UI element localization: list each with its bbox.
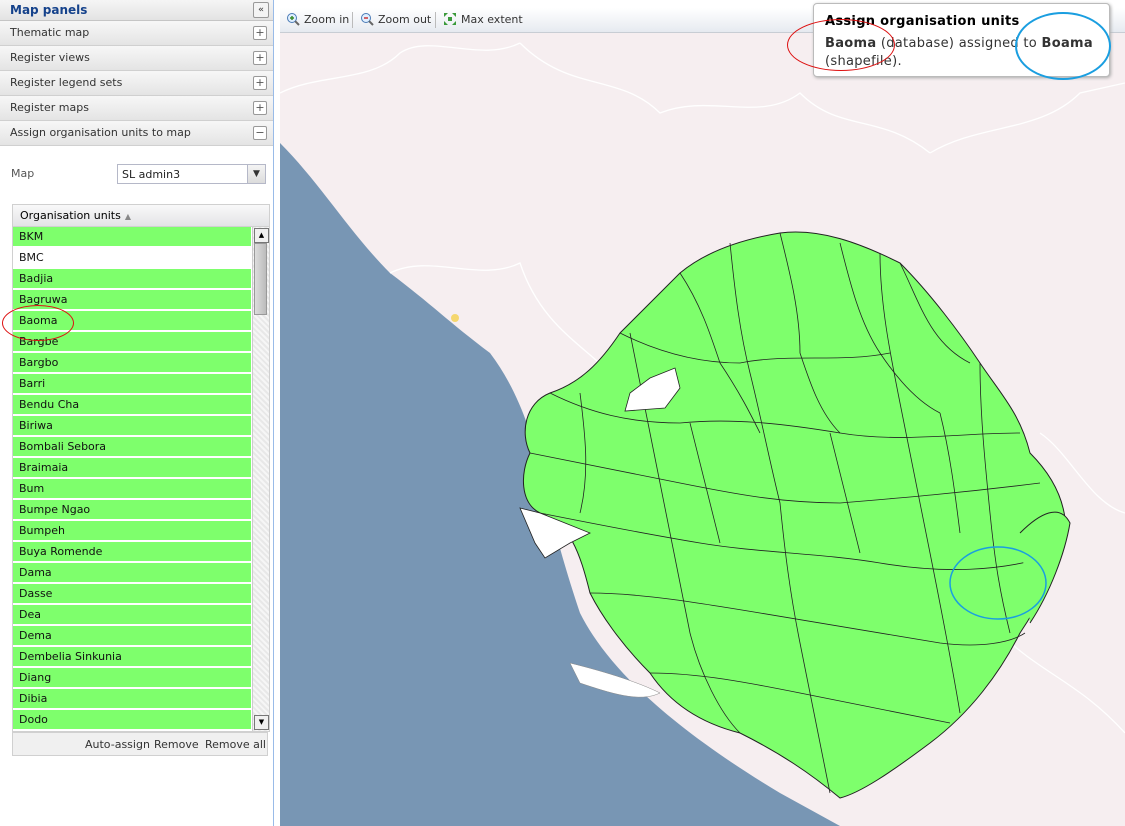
org-unit-row[interactable]: Baoma bbox=[13, 311, 251, 330]
assign-tooltip: Assign organisation units Baoma (databas… bbox=[813, 3, 1110, 77]
accordion-label: Register legend sets bbox=[10, 76, 123, 89]
auto-assign-button[interactable]: Auto-assign bbox=[85, 738, 150, 751]
expand-icon[interactable]: + bbox=[253, 51, 267, 65]
accordion-register-maps[interactable]: Register maps + bbox=[0, 96, 273, 121]
map-select[interactable]: SL admin3 ▼ bbox=[117, 164, 266, 184]
accordion-label: Register maps bbox=[10, 101, 89, 114]
org-unit-row[interactable]: Bendu Cha bbox=[13, 395, 251, 414]
panel-title: Map panels « bbox=[0, 0, 273, 21]
scroll-down-icon[interactable]: ▼ bbox=[254, 715, 269, 730]
column-header-org-units[interactable]: Organisation units ▲ bbox=[13, 205, 269, 227]
org-unit-row[interactable]: Dema bbox=[13, 626, 251, 645]
expand-icon[interactable]: + bbox=[253, 26, 267, 40]
org-units-grid: Organisation units ▲ BKM BMC Badjia Bagruwa B… bbox=[12, 204, 270, 732]
org-unit-row[interactable]: Dama bbox=[13, 563, 251, 582]
org-unit-row[interactable]: Biriwa bbox=[13, 416, 251, 435]
org-unit-row[interactable]: Dodo bbox=[13, 710, 251, 729]
map-select-row: Map SL admin3 ▼ bbox=[0, 164, 274, 184]
accordion-assign-org-units[interactable]: Assign organisation units to map − bbox=[0, 121, 273, 146]
accordion-label: Thematic map bbox=[10, 26, 90, 39]
org-unit-row[interactable]: Braimaia bbox=[13, 458, 251, 477]
tooltip-mid: (database) assigned to bbox=[876, 36, 1042, 51]
org-unit-row[interactable]: Dembelia Sinkunia bbox=[13, 647, 251, 666]
tooltip-db-name: Baoma bbox=[825, 36, 877, 51]
org-unit-row[interactable]: Diang bbox=[13, 668, 251, 687]
org-unit-row[interactable]: Dasse bbox=[13, 584, 251, 603]
tooltip-shp-name: Boama bbox=[1041, 36, 1093, 51]
expand-icon[interactable]: + bbox=[253, 101, 267, 115]
org-unit-row[interactable]: BKM bbox=[13, 227, 251, 246]
org-unit-row[interactable]: Bumpeh bbox=[13, 521, 251, 540]
scroll-thumb[interactable] bbox=[254, 243, 267, 315]
org-unit-row[interactable]: Badjia bbox=[13, 269, 251, 288]
map-panels: Map panels « Thematic map + Register view… bbox=[0, 0, 274, 826]
zoom-in-icon bbox=[287, 13, 300, 26]
org-unit-row[interactable]: BMC bbox=[13, 248, 251, 267]
map-select-value: SL admin3 bbox=[122, 168, 181, 181]
org-unit-row[interactable]: Bum bbox=[13, 479, 251, 498]
max-extent-label: Max extent bbox=[461, 13, 523, 26]
tooltip-message: Baoma (database) assigned to Boama (shap… bbox=[825, 35, 1105, 71]
panel-title-text: Map panels bbox=[10, 3, 88, 17]
tooltip-title: Assign organisation units bbox=[825, 14, 1020, 29]
grid-scrollbar[interactable]: ▲ ▼ bbox=[252, 227, 269, 731]
accordion-thematic-map[interactable]: Thematic map + bbox=[0, 21, 273, 46]
accordion-label: Register views bbox=[10, 51, 90, 64]
org-unit-row[interactable]: Dibia bbox=[13, 689, 251, 708]
expand-icon[interactable]: + bbox=[253, 76, 267, 90]
sort-asc-icon: ▲ bbox=[124, 212, 131, 221]
remove-button[interactable]: Remove bbox=[154, 738, 199, 751]
zoom-out-label: Zoom out bbox=[378, 13, 432, 26]
zoom-in-label: Zoom in bbox=[304, 13, 350, 26]
yellow-marker bbox=[451, 314, 459, 322]
org-unit-row[interactable]: Bombali Sebora bbox=[13, 437, 251, 456]
org-units-list: BKM BMC Badjia Bagruwa Baoma Bargbe Bargbo Barr… bbox=[13, 227, 251, 731]
map-canvas[interactable] bbox=[280, 33, 1125, 826]
zoom-in-button[interactable]: Zoom in bbox=[286, 12, 349, 26]
column-header-label: Organisation units bbox=[20, 209, 121, 222]
map-label: Map bbox=[11, 167, 35, 180]
map-svg bbox=[280, 42, 1125, 826]
org-unit-row[interactable]: Dea bbox=[13, 605, 251, 624]
max-extent-button[interactable]: Max extent bbox=[443, 12, 523, 26]
scroll-up-icon[interactable]: ▲ bbox=[254, 228, 269, 243]
accordion-register-legend-sets[interactable]: Register legend sets + bbox=[0, 71, 273, 96]
max-extent-icon bbox=[444, 13, 456, 25]
remove-all-button[interactable]: Remove all bbox=[205, 738, 266, 751]
org-unit-row[interactable]: Barri bbox=[13, 374, 251, 393]
collapse-icon[interactable]: − bbox=[253, 126, 267, 140]
zoom-out-icon bbox=[361, 13, 374, 26]
zoom-out-button[interactable]: Zoom out bbox=[360, 12, 431, 26]
org-unit-row[interactable]: Bumpe Ngao bbox=[13, 500, 251, 519]
org-unit-row[interactable]: Bagruwa bbox=[13, 290, 251, 309]
org-unit-row[interactable]: Bargbo bbox=[13, 353, 251, 372]
accordion-register-views[interactable]: Register views + bbox=[0, 46, 273, 71]
tooltip-end: (shapefile). bbox=[825, 54, 902, 69]
accordion-label: Assign organisation units to map bbox=[10, 126, 191, 139]
org-unit-row[interactable]: Bargbe bbox=[13, 332, 251, 351]
org-unit-row[interactable]: Buya Romende bbox=[13, 542, 251, 561]
grid-footer: Auto-assign Remove Remove all bbox=[12, 732, 268, 756]
chevron-down-icon[interactable]: ▼ bbox=[247, 165, 265, 183]
collapse-panel-icon[interactable]: « bbox=[253, 2, 269, 18]
